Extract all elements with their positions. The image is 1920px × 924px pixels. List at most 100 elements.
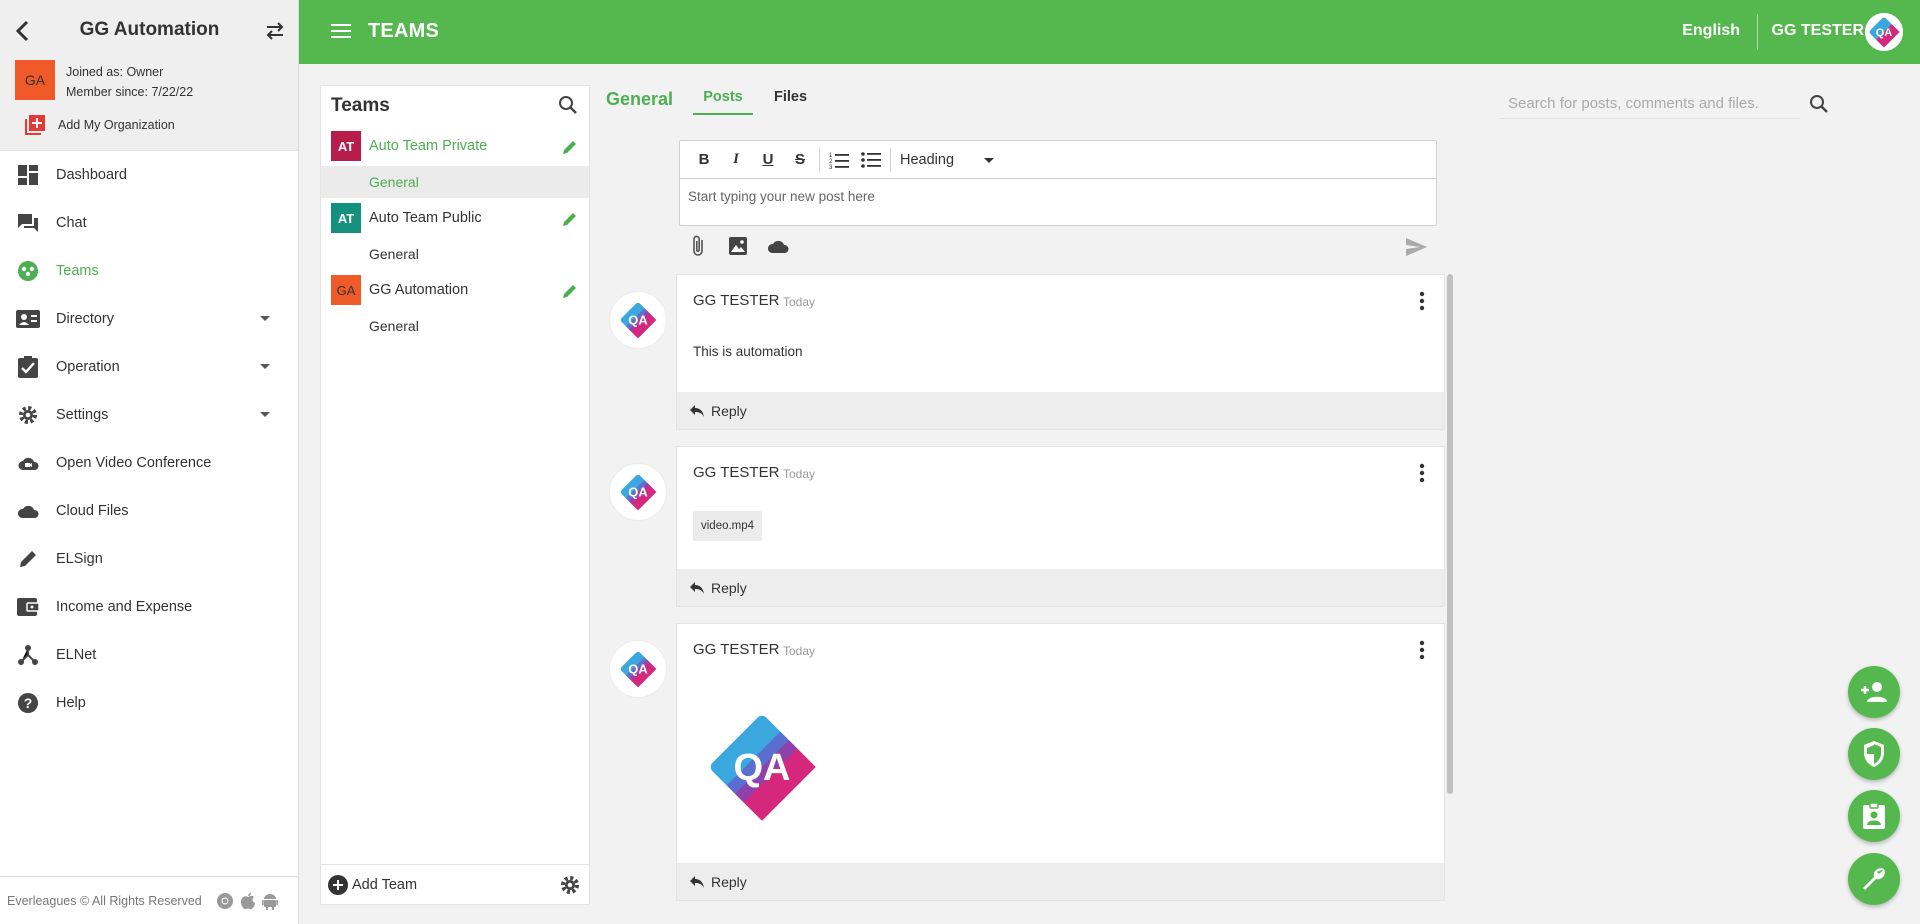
team-item-gg-automation[interactable]: GA GG Automation xyxy=(321,270,589,310)
ordered-list-icon[interactable]: 123 xyxy=(823,146,855,174)
edit-pencil-icon[interactable] xyxy=(561,210,579,228)
tab-files[interactable]: Files xyxy=(774,89,807,105)
bold-button[interactable]: B xyxy=(688,146,720,174)
more-options-icon[interactable] xyxy=(1418,463,1426,483)
search-icon[interactable] xyxy=(1808,93,1830,115)
team-item-auto-team-public[interactable]: AT Auto Team Public xyxy=(321,198,589,238)
channel-item-general[interactable]: General xyxy=(321,166,589,198)
reply-button[interactable]: Reply xyxy=(677,392,1444,429)
sidebar-item-label: ELSign xyxy=(56,551,103,567)
post-author[interactable]: GG TESTER xyxy=(693,641,779,658)
edit-pencil-icon[interactable] xyxy=(561,282,579,300)
bullet-list-icon[interactable] xyxy=(855,146,887,174)
reply-label: Reply xyxy=(711,402,747,419)
switch-org-icon[interactable] xyxy=(264,20,286,42)
cloud-upload-icon[interactable] xyxy=(766,234,790,258)
dashboard-icon xyxy=(16,163,40,187)
page-title: TEAMS xyxy=(368,20,439,42)
security-button[interactable] xyxy=(1848,728,1900,780)
more-options-icon[interactable] xyxy=(1418,640,1426,660)
image-icon[interactable] xyxy=(726,234,750,258)
sidebar-item-label: Cloud Files xyxy=(56,503,129,519)
reply-label: Reply xyxy=(711,873,747,890)
sidebar-item-label: Dashboard xyxy=(56,167,127,183)
add-team-button[interactable]: Add Team xyxy=(328,874,418,895)
help-icon: ? xyxy=(16,691,40,715)
search-icon[interactable] xyxy=(557,94,579,116)
wallet-icon xyxy=(16,595,40,619)
sidebar-item-operation[interactable]: Operation xyxy=(0,343,298,391)
svg-text:QA: QA xyxy=(628,313,648,328)
sidebar-item-dashboard[interactable]: Dashboard xyxy=(0,151,298,199)
language-selector[interactable]: English xyxy=(1682,22,1740,40)
tab-posts[interactable]: Posts xyxy=(693,89,753,115)
sidebar-item-video-conference[interactable]: Open Video Conference xyxy=(0,439,298,487)
chrome-icon[interactable] xyxy=(216,892,234,910)
team-name: Auto Team Private xyxy=(369,138,488,154)
teams-panel-title: Teams xyxy=(331,95,390,116)
sidebar-item-directory[interactable]: Directory xyxy=(0,295,298,343)
heading-select-value: Heading xyxy=(900,151,955,168)
add-organization-button[interactable]: Add My Organization xyxy=(24,114,175,136)
heading-select[interactable]: Heading xyxy=(900,152,1000,168)
sidebar-item-help[interactable]: ? Help xyxy=(0,679,298,727)
edit-pencil-icon[interactable] xyxy=(561,138,579,156)
sidebar-item-chat[interactable]: Chat xyxy=(0,199,298,247)
teams-panel-header: Teams xyxy=(321,86,589,126)
add-team-label: Add Team xyxy=(352,876,418,893)
sidebar-item-income-expense[interactable]: Income and Expense xyxy=(0,583,298,631)
reply-button[interactable]: Reply xyxy=(677,569,1444,606)
underline-button[interactable]: U xyxy=(752,146,784,174)
post-author[interactable]: GG TESTER xyxy=(693,464,779,481)
add-contact-button[interactable] xyxy=(1848,666,1900,718)
pen-icon xyxy=(16,547,40,571)
strikethrough-button[interactable]: S xyxy=(784,146,816,174)
contact-badge-button[interactable] xyxy=(1848,790,1900,842)
file-attachment[interactable]: video.mp4 xyxy=(693,511,763,541)
user-name[interactable]: GG TESTER xyxy=(1772,22,1864,40)
sidebar-item-label: Help xyxy=(56,695,86,711)
sidebar-item-elsign[interactable]: ELSign xyxy=(0,535,298,583)
sidebar-item-elnet[interactable]: ELNet xyxy=(0,631,298,679)
post-author-avatar[interactable]: QA xyxy=(609,640,667,698)
sidebar-item-settings[interactable]: Settings xyxy=(0,391,298,439)
team-item-auto-team-private[interactable]: AT Auto Team Private xyxy=(321,126,589,166)
tools-button[interactable] xyxy=(1848,853,1900,905)
channel-item-general[interactable]: General xyxy=(321,238,589,270)
sidebar: GG Automation GA Joined as: Owner Member… xyxy=(0,0,299,924)
post-author[interactable]: GG TESTER xyxy=(693,292,779,309)
reply-icon xyxy=(690,875,704,888)
sidebar-item-teams[interactable]: Teams xyxy=(0,247,298,295)
channel-item-general[interactable]: General xyxy=(321,310,589,342)
paperclip-icon[interactable] xyxy=(686,234,710,258)
sidebar-item-cloud-files[interactable]: Cloud Files xyxy=(0,487,298,535)
svg-text:QA: QA xyxy=(1876,27,1893,39)
copyright-text: Everleagues © All Rights Reserved xyxy=(7,893,202,908)
post-author-avatar[interactable]: QA xyxy=(609,291,667,349)
feed-scrollbar[interactable] xyxy=(1447,274,1453,794)
italic-button[interactable]: I xyxy=(720,146,752,174)
hamburger-menu-icon[interactable] xyxy=(331,22,351,40)
teams-icon xyxy=(16,259,40,283)
more-options-icon[interactable] xyxy=(1418,291,1426,311)
search-posts-input[interactable] xyxy=(1500,89,1800,119)
user-avatar[interactable]: QA xyxy=(1865,13,1903,51)
member-since: Member since: 7/22/22 xyxy=(66,85,194,99)
post-author-avatar[interactable]: QA xyxy=(609,463,667,521)
org-avatar: GA xyxy=(15,60,55,100)
platform-icons xyxy=(216,892,278,910)
post-timestamp: Today xyxy=(783,295,816,309)
chevron-down-icon xyxy=(260,412,270,417)
settings-icon xyxy=(16,403,40,427)
teams-panel: Teams AT Auto Team Private General AT Au… xyxy=(320,85,590,905)
gear-icon[interactable] xyxy=(559,874,581,896)
editor-toolbar: B I U S 123 Heading xyxy=(680,141,1436,179)
qa-logo-image[interactable]: QA xyxy=(699,704,825,830)
send-icon[interactable] xyxy=(1404,235,1428,259)
post-text-input[interactable]: Start typing your new post here xyxy=(680,179,1436,225)
reply-button[interactable]: Reply xyxy=(677,863,1444,900)
android-icon[interactable] xyxy=(261,892,278,910)
apple-icon[interactable] xyxy=(240,892,256,910)
post-card: GG TESTER Today This is automation Reply xyxy=(676,274,1445,430)
team-name: Auto Team Public xyxy=(369,210,482,226)
